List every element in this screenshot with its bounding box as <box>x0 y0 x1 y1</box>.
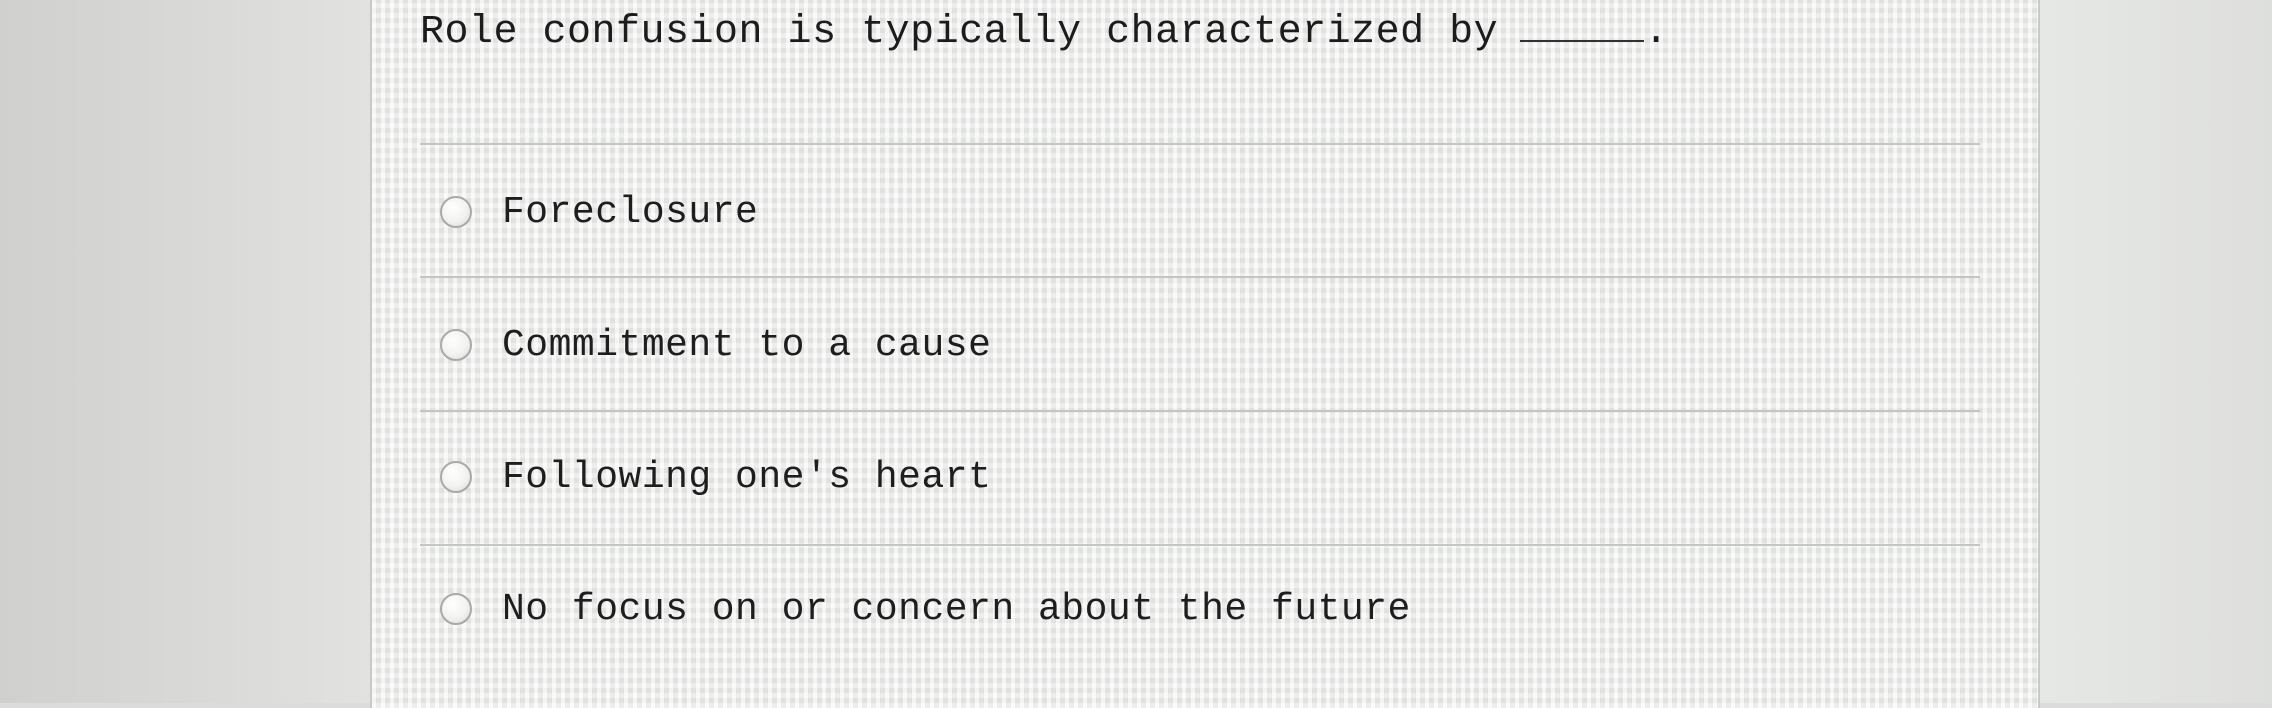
question-prompt: Role confusion is typically characterize… <box>420 10 1669 55</box>
radio-button[interactable] <box>440 461 472 493</box>
answer-option-2[interactable]: Commitment to a cause <box>440 320 991 370</box>
fill-in-blank <box>1520 39 1645 42</box>
radio-button[interactable] <box>440 329 472 361</box>
radio-button[interactable] <box>440 593 472 625</box>
question-terminal: . <box>1644 10 1669 55</box>
background-left <box>0 0 372 703</box>
option-label: No focus on or concern about the future <box>502 587 1411 631</box>
answer-option-4[interactable]: No focus on or concern about the future <box>440 584 1411 634</box>
divider <box>420 276 1980 278</box>
divider <box>420 143 1980 145</box>
background-right <box>2040 0 2272 703</box>
option-label: Foreclosure <box>502 190 759 234</box>
divider <box>420 544 1980 546</box>
option-label: Following one's heart <box>502 455 992 499</box>
divider <box>420 410 1980 412</box>
option-label: Commitment to a cause <box>502 323 992 367</box>
answer-option-3[interactable]: Following one's heart <box>440 452 991 502</box>
answer-option-1[interactable]: Foreclosure <box>440 187 758 237</box>
question-text: Role confusion is typically characterize… <box>420 10 1499 55</box>
radio-button[interactable] <box>440 196 472 228</box>
